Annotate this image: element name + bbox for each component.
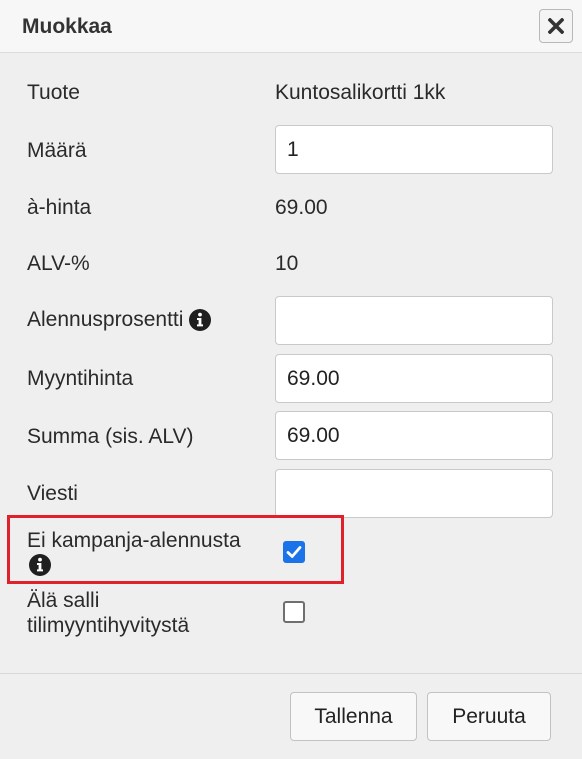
vat-label: ALV-% [27, 252, 90, 275]
sale-price-input[interactable] [275, 354, 553, 403]
dialog-header: Muokkaa [0, 0, 582, 53]
discount-label: Alennusprosentti [27, 308, 184, 331]
product-label: Tuote [27, 81, 80, 104]
close-icon [548, 18, 564, 34]
info-icon[interactable] [189, 309, 212, 331]
vat-value: 10 [275, 252, 299, 275]
sale-price-label: Myyntihinta [27, 367, 134, 390]
footer-divider [0, 673, 582, 674]
unit-price-label: à-hinta [27, 196, 92, 219]
edit-dialog: Muokkaa Tuote Kuntosalikortti 1kk Määrä … [0, 0, 582, 759]
dialog-title: Muokkaa [22, 15, 112, 38]
cancel-button[interactable]: Peruuta [427, 692, 551, 741]
total-input[interactable] [275, 411, 553, 460]
save-button[interactable]: Tallenna [290, 692, 417, 741]
discount-label-row: Alennusprosentti [27, 308, 212, 332]
highlight-box [7, 515, 344, 584]
close-button[interactable] [539, 9, 573, 43]
no-account-refund-checkbox[interactable] [283, 601, 305, 623]
total-label: Summa (sis. ALV) [27, 425, 194, 448]
discount-input[interactable] [275, 296, 553, 345]
message-label: Viesti [27, 482, 78, 505]
no-account-refund-label-line2: tilimyyntihyvitystä [27, 614, 190, 637]
unit-price-value: 69.00 [275, 196, 328, 219]
no-account-refund-label-line1: Älä salli [27, 589, 100, 612]
quantity-input[interactable] [275, 125, 553, 174]
quantity-label: Määrä [27, 139, 87, 162]
product-value: Kuntosalikortti 1kk [275, 81, 446, 104]
no-account-refund-label: Älä salli tilimyyntihyvitystä [27, 588, 189, 638]
message-input[interactable] [275, 469, 553, 518]
